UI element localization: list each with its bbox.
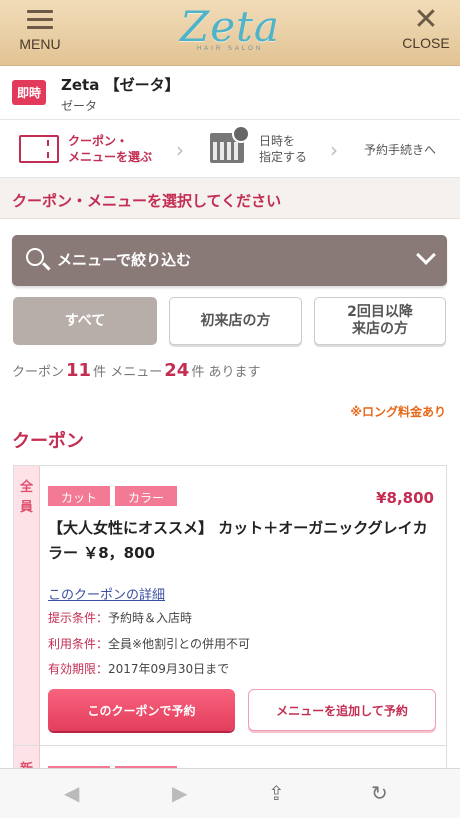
instant-badge: 即時: [12, 80, 47, 105]
menu-count-label: メニュー: [110, 365, 163, 380]
filter-label: メニューで絞り込む: [57, 251, 192, 269]
menu-label: MENU: [19, 36, 61, 52]
tab-all[interactable]: すべて: [13, 297, 157, 345]
present-condition-key: 提示条件：: [48, 611, 109, 625]
salon-info: 即時 Zeta 【ゼータ】 ゼータ: [0, 66, 460, 120]
coupon-section-title: クーポン: [12, 431, 84, 452]
coupon-ticket-icon: [19, 135, 59, 163]
step2-line2: 指定する: [259, 150, 308, 164]
add-menu-reserve-button[interactable]: メニューを追加して予約: [248, 689, 436, 731]
coupon-count-label: クーポン: [12, 365, 65, 380]
expiry-value: 2017年09月30日まで: [108, 662, 230, 676]
step3-label: 予約手続きへ: [364, 143, 437, 157]
arrow-right-icon[interactable]: ▶: [172, 781, 187, 805]
close-label: CLOSE: [402, 35, 450, 51]
step1-line1: クーポン・: [68, 134, 129, 148]
close-icon: ✕: [413, 2, 439, 37]
salon-name: Zeta 【ゼータ】: [61, 76, 180, 94]
coupon-count: 11: [66, 360, 92, 381]
tab-first-visit[interactable]: 初来店の方: [169, 297, 302, 345]
reserve-with-coupon-button[interactable]: このクーポンで予約: [48, 689, 235, 731]
hamburger-icon: [27, 8, 53, 30]
usage-condition-key: 利用条件：: [48, 637, 109, 651]
chevron-down-icon: [416, 245, 436, 265]
browser-toolbar: ◀ ▶ ⇪ ↻: [0, 768, 460, 818]
tab-repeat-visit[interactable]: 2回目以降 来店の方: [314, 297, 446, 345]
expiry-key: 有効期限：: [48, 662, 109, 676]
target-label: 全員: [14, 466, 40, 745]
menu-button[interactable]: MENU: [8, 8, 72, 52]
coupon-detail-link[interactable]: このクーポンの詳細: [48, 584, 165, 603]
logo: Zeta HAIR SALON: [180, 2, 280, 53]
coupon-count-unit: 件: [93, 365, 107, 380]
clock-icon: [232, 125, 250, 143]
present-condition: 提示条件：予約時＆入店時: [48, 609, 192, 626]
present-condition-value: 予約時＆入店時: [108, 611, 193, 625]
expiry-date: 有効期限：2017年09月30日まで: [48, 660, 229, 677]
menu-count-unit: 件: [191, 365, 205, 380]
usage-condition: 利用条件：全員※他割引との併用不可: [48, 635, 250, 652]
menu-filter-dropdown[interactable]: メニューで絞り込む: [12, 235, 447, 286]
result-counts: クーポン 11 件 メニュー 24 件 あります: [12, 360, 260, 381]
tab-repeat-line2: 来店の方: [352, 321, 408, 337]
long-hair-fee-note: ※ロング料金あり: [350, 405, 446, 419]
select-heading: クーポン・メニューを選択してください: [0, 178, 460, 219]
target-label-text: 全員: [19, 480, 33, 515]
share-icon[interactable]: ⇪: [268, 781, 285, 805]
step2-line1: 日時を: [259, 134, 296, 148]
logo-text: Zeta: [180, 2, 280, 51]
menu-count: 24: [164, 360, 190, 381]
reload-icon[interactable]: ↻: [371, 781, 388, 805]
coupon-title: 【大人女性にオススメ】 カット＋オーガニックグレイカラー ￥8，800: [48, 519, 428, 562]
usage-condition-value: 全員※他割引との併用不可: [108, 637, 250, 651]
chevron-right-icon: ›: [330, 138, 338, 162]
counts-suffix: あります: [208, 365, 261, 380]
coupon-card: 全員 カット カラー ¥8,800 【大人女性にオススメ】 カット＋オーガニック…: [13, 465, 447, 745]
close-button[interactable]: ✕ CLOSE: [394, 2, 458, 52]
reservation-steps: クーポン・ メニューを選ぶ › 日時を 指定する › 予約手続きへ: [0, 120, 460, 178]
arrow-left-icon[interactable]: ◀: [64, 781, 79, 805]
category-tag: カット: [48, 486, 110, 506]
step1-line2: メニューを選ぶ: [68, 150, 153, 164]
tab-repeat-line1: 2回目以降: [347, 304, 413, 320]
coupon-price: ¥8,800: [376, 489, 434, 507]
search-icon: [26, 248, 44, 266]
app-header: MENU Zeta HAIR SALON ✕ CLOSE: [0, 0, 460, 66]
salon-kana: ゼータ: [61, 99, 98, 113]
chevron-right-icon: ›: [176, 138, 184, 162]
category-tag: カラー: [115, 486, 177, 506]
